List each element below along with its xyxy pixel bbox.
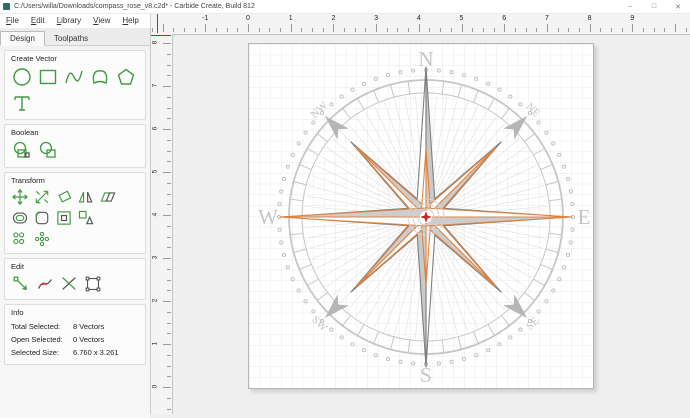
boolean-subtract-icon[interactable] [37, 140, 59, 162]
compass-rose-drawing[interactable]: NESWNESESWNW [249, 44, 593, 388]
create-rectangle-icon[interactable] [37, 66, 59, 88]
minimize-icon[interactable]: – [618, 0, 642, 13]
section-label: Info [11, 308, 139, 317]
design-canvas[interactable]: NESWNESESWNW [172, 34, 690, 414]
app-icon [3, 3, 10, 10]
title-bar: C:/Users/willa/Downloads/compass_rose_v8… [0, 0, 690, 14]
menu-edit[interactable]: Edit [25, 16, 51, 25]
transform-move-icon[interactable] [11, 188, 29, 206]
close-icon[interactable]: ✕ [666, 0, 690, 13]
edit-boundary-icon[interactable] [83, 274, 103, 294]
edit-nodes-icon[interactable] [11, 274, 31, 294]
menu-help[interactable]: Help [116, 16, 144, 25]
edit-trim-icon[interactable] [59, 274, 79, 294]
transform-scale-icon[interactable] [33, 188, 51, 206]
sidebar-tabs: Design Toolpaths [0, 28, 150, 46]
transform-shear-icon[interactable] [99, 188, 117, 206]
tab-design[interactable]: Design [0, 31, 45, 46]
transform-align-icon[interactable] [55, 209, 73, 227]
boolean-union-icon[interactable] [11, 140, 33, 162]
menu-bar: File Edit Library View Help [0, 13, 150, 28]
transform-fillet-icon[interactable] [33, 209, 51, 227]
transform-offset-icon[interactable] [11, 209, 29, 227]
selected-size-value: 6.760 x 3.261 [73, 346, 118, 359]
create-circle-icon[interactable] [11, 66, 33, 88]
menu-library[interactable]: Library [51, 16, 87, 25]
info-total-selected: Total Selected: 8 Vectors [11, 320, 139, 333]
create-shape-icon[interactable] [89, 66, 111, 88]
svg-text:W: W [258, 205, 278, 229]
sidebar: Design Toolpaths Create Vector Boolean T… [0, 28, 151, 414]
transform-nest-icon[interactable] [77, 209, 95, 227]
svg-text:E: E [578, 205, 591, 229]
section-edit: Edit [4, 258, 146, 300]
design-panel: Create Vector Boolean Transform [0, 50, 150, 418]
section-transform: Transform [4, 172, 146, 254]
section-label: Boolean [11, 128, 139, 137]
window-title: C:/Users/willa/Downloads/compass_rose_v8… [14, 3, 618, 10]
section-label: Transform [11, 176, 139, 185]
menu-view[interactable]: View [87, 16, 116, 25]
edit-curve-icon[interactable] [35, 274, 55, 294]
total-selected-value: 8 Vectors [73, 320, 104, 333]
tab-toolpaths[interactable]: Toolpaths [45, 32, 97, 45]
info-selected-size: Selected Size: 6.760 x 3.261 [11, 346, 139, 359]
section-label: Edit [11, 262, 139, 271]
section-info: Info Total Selected: 8 Vectors Open Sele… [4, 304, 146, 365]
section-create-vector: Create Vector [4, 50, 146, 120]
maximize-icon[interactable]: □ [642, 0, 666, 13]
transform-mirror-icon[interactable] [77, 188, 95, 206]
section-boolean: Boolean [4, 124, 146, 168]
info-open-selected: Open Selected: 0 Vectors [11, 333, 139, 346]
stock-page[interactable]: NESWNESESWNW [248, 43, 594, 389]
transform-circular-array-icon[interactable] [33, 230, 51, 248]
open-selected-value: 0 Vectors [73, 333, 104, 346]
vertical-ruler: 876543210 [150, 34, 173, 414]
transform-rotate-icon[interactable] [55, 188, 73, 206]
transform-linear-array-icon[interactable] [11, 230, 29, 248]
menu-file[interactable]: File [0, 16, 25, 25]
create-text-icon[interactable] [11, 92, 33, 114]
section-label: Create Vector [11, 54, 139, 63]
horizontal-ruler: -10123456789 [150, 13, 690, 35]
create-polygon-icon[interactable] [115, 66, 137, 88]
ruler-position-marker-y [150, 35, 171, 36]
create-curve-icon[interactable] [63, 66, 85, 88]
ruler-position-marker-x [157, 14, 158, 33]
